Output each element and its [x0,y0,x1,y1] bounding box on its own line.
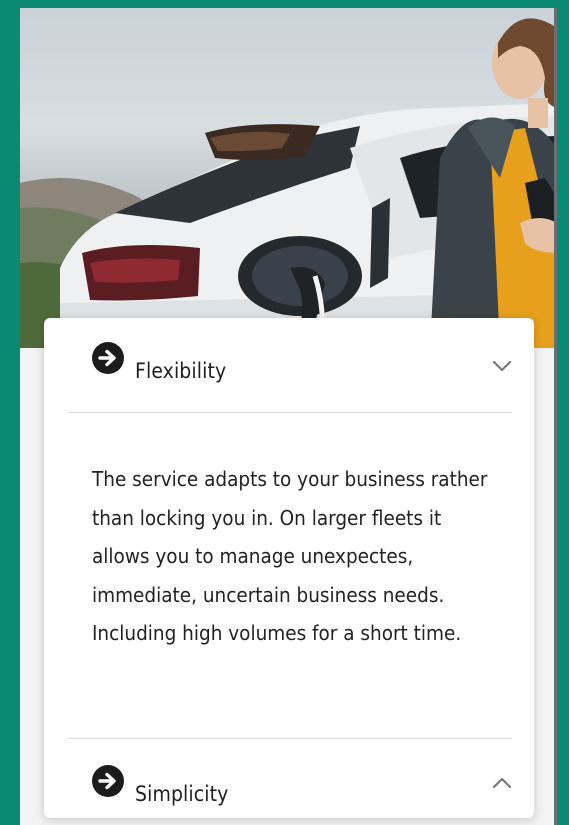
accordion-header-simplicity[interactable]: Simplicity [44,739,534,819]
accordion-divider [68,412,512,413]
content-frame: Flexibility The service adapts to your b… [20,8,557,825]
accordion-title-flexibility: Flexibility [135,359,227,383]
accordion-title-simplicity: Simplicity [135,782,229,806]
ev-charging-photo [20,18,557,348]
hero-image [20,8,557,348]
accordion-body-flexibility: The service adapts to your business rath… [92,467,488,645]
arrow-right-circle-icon [92,342,124,374]
chevron-up-icon[interactable] [492,776,512,790]
arrow-right-circle-icon [92,765,124,797]
chevron-down-icon[interactable] [492,359,512,373]
accordion-card: Flexibility The service adapts to your b… [44,318,534,818]
accordion-header-flexibility[interactable]: Flexibility [44,318,534,398]
